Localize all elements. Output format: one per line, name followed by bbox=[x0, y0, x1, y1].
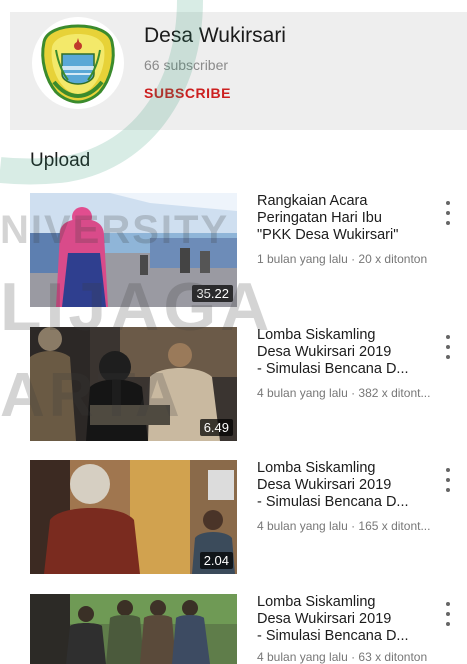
video-duration: 35.22 bbox=[192, 285, 233, 302]
video-title-line: Lomba Siskamling bbox=[257, 594, 376, 610]
section-title: Upload bbox=[30, 150, 91, 171]
more-vert-icon[interactable] bbox=[443, 602, 453, 626]
thumbnail-image bbox=[30, 594, 237, 664]
video-title-line: - Simulasi Bencana D... bbox=[257, 494, 409, 510]
video-title-line: Rangkaian Acara bbox=[257, 193, 368, 209]
video-duration: 2.04 bbox=[199, 552, 233, 569]
video-item[interactable]: 35.22 Rangkaian Acara Peringatan Hari Ib… bbox=[30, 193, 467, 309]
video-title-line: "PKK Desa Wukirsari" bbox=[257, 227, 399, 243]
video-title[interactable]: Lomba Siskamling Desa Wukirsari 2019 - S… bbox=[257, 460, 427, 511]
video-meta: 4 bulan yang lalu · 382 x ditont... bbox=[257, 386, 431, 400]
more-vert-icon[interactable] bbox=[443, 201, 453, 225]
video-title-line: Peringatan Hari Ibu bbox=[257, 210, 382, 226]
video-meta: 1 bulan yang lalu · 20 x ditonton bbox=[257, 252, 428, 266]
subscriber-count: 66 subscriber bbox=[144, 57, 229, 73]
subscribe-button[interactable]: SUBSCRIBE bbox=[144, 85, 231, 101]
video-thumbnail[interactable]: 6.49 bbox=[30, 327, 237, 441]
video-title-line: - Simulasi Bencana D... bbox=[257, 361, 409, 377]
channel-name[interactable]: Desa Wukirsari bbox=[144, 24, 286, 48]
video-title[interactable]: Lomba Siskamling Desa Wukirsari 2019 - S… bbox=[257, 594, 427, 645]
channel-header: Desa Wukirsari 66 subscriber SUBSCRIBE bbox=[10, 12, 467, 130]
video-title[interactable]: Lomba Siskamling Desa Wukirsari 2019 - S… bbox=[257, 327, 427, 378]
video-item[interactable]: 2.04 Lomba Siskamling Desa Wukirsari 201… bbox=[30, 460, 467, 576]
more-vert-icon[interactable] bbox=[443, 468, 453, 492]
video-title-line: Lomba Siskamling bbox=[257, 327, 376, 343]
video-title-line: Desa Wukirsari 2019 bbox=[257, 611, 392, 627]
village-emblem-icon bbox=[41, 24, 115, 104]
video-meta: 4 bulan yang lalu · 63 x ditonton bbox=[257, 650, 428, 664]
video-duration: 6.49 bbox=[199, 419, 233, 436]
video-item[interactable]: Lomba Siskamling Desa Wukirsari 2019 - S… bbox=[30, 594, 467, 664]
video-thumbnail[interactable]: 2.04 bbox=[30, 460, 237, 574]
video-title-line: - Simulasi Bencana D... bbox=[257, 628, 409, 644]
video-title-line: Desa Wukirsari 2019 bbox=[257, 477, 392, 493]
video-title-line: Lomba Siskamling bbox=[257, 460, 376, 476]
video-title-line: Desa Wukirsari 2019 bbox=[257, 344, 392, 360]
channel-avatar[interactable] bbox=[32, 17, 124, 109]
video-thumbnail[interactable]: 35.22 bbox=[30, 193, 237, 307]
more-vert-icon[interactable] bbox=[443, 335, 453, 359]
video-meta: 4 bulan yang lalu · 165 x ditont... bbox=[257, 519, 431, 533]
video-item[interactable]: 6.49 Lomba Siskamling Desa Wukirsari 201… bbox=[30, 327, 467, 443]
video-title[interactable]: Rangkaian Acara Peringatan Hari Ibu "PKK… bbox=[257, 193, 427, 244]
video-thumbnail[interactable] bbox=[30, 594, 237, 664]
